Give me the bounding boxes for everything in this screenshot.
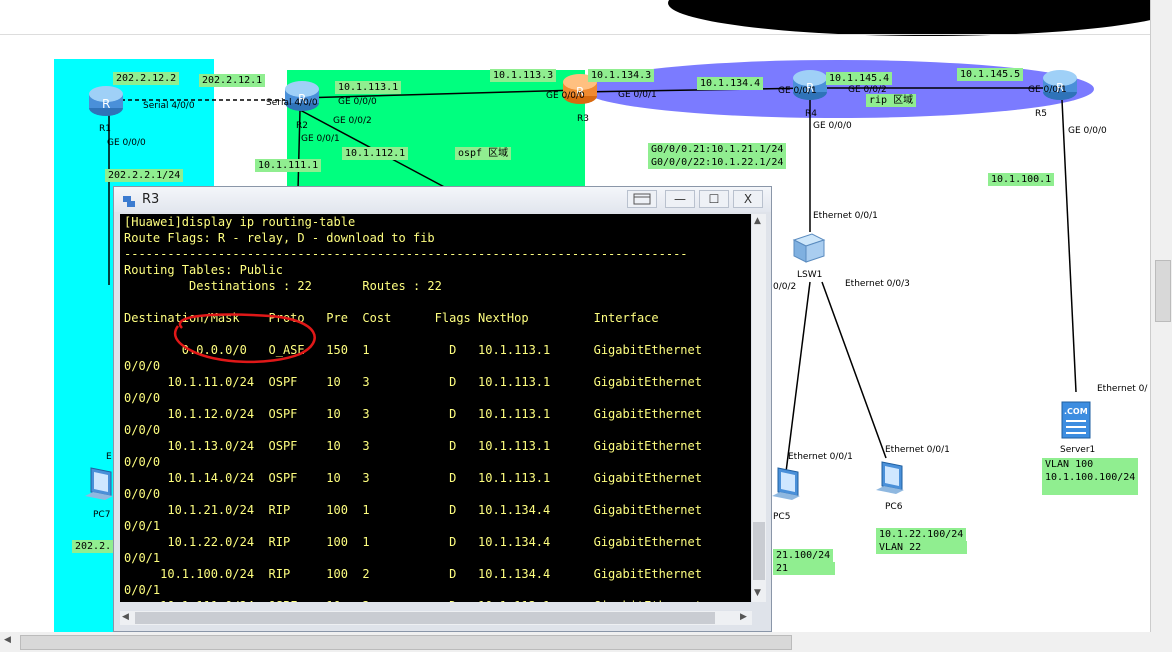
port-pc5-e001: Ethernet 0/0/1 xyxy=(788,452,853,462)
label-pc6-ip: 10.1.22.100/24 xyxy=(876,528,967,541)
label-pc5-ip: 21.100/24 xyxy=(773,549,834,562)
scroll-up-arrow-icon[interactable]: ▲ xyxy=(754,216,761,226)
window-app-icon xyxy=(122,193,136,207)
terminal-hscrollbar[interactable]: ◀ ▶ xyxy=(120,611,752,625)
label-r1-serial-ip: 202.2.12.2 xyxy=(113,72,180,85)
switch-lsw-name: LSW1 xyxy=(797,270,823,280)
port-pc6-e001: Ethernet 0/0/1 xyxy=(885,445,950,455)
server-logo: .COM xyxy=(1064,407,1088,416)
server-name: Server1 xyxy=(1060,445,1096,455)
pc7-name: PC7 xyxy=(93,510,111,520)
pc5-name: PC5 xyxy=(773,512,791,522)
port-r5-ge000: GE 0/0/0 xyxy=(1068,126,1107,136)
window-titlebar[interactable]: R3 — ☐ X xyxy=(114,187,771,212)
label-r2-serial-ip: 202.2.12.1 xyxy=(199,74,266,87)
label-r5-net: 10.1.100.1 xyxy=(988,173,1055,186)
terminal-output: [Huawei]display ip routing-table Route F… xyxy=(124,215,702,602)
label-pc6-vlan: VLAN 22 xyxy=(876,541,967,554)
terminal-vscroll-thumb[interactable] xyxy=(753,522,765,580)
canvas-hscroll-thumb[interactable] xyxy=(20,635,792,650)
terminal-vscrollbar[interactable]: ▲ ▼ xyxy=(752,214,766,602)
window-title: R3 xyxy=(142,192,160,207)
canvas-hscrollbar[interactable]: ◀ xyxy=(0,632,1172,652)
label-r2-ge002-ip: 10.1.112.1 xyxy=(342,147,409,160)
port-r1-ge000: GE 0/0/0 xyxy=(107,138,146,148)
terminal-console[interactable]: [Huawei]display ip routing-table Route F… xyxy=(120,214,751,602)
label-ospf-area: ospf 区域 xyxy=(455,147,512,160)
port-r2-ge002: GE 0/0/2 xyxy=(333,116,372,126)
label-rip-area: rip 区域 xyxy=(866,94,917,107)
label-pc7-net: 202.2. xyxy=(72,540,115,553)
label-r5-ge001-ip: 10.1.145.5 xyxy=(957,68,1024,81)
port-pc7-e: E xyxy=(106,452,112,462)
scroll-down-arrow-icon[interactable]: ▼ xyxy=(754,588,761,598)
port-lsw-e002: 0/0/2 xyxy=(773,282,797,292)
pc6-icon[interactable] xyxy=(874,460,906,502)
label-r3-ge001-ip: 10.1.134.3 xyxy=(588,69,655,82)
label-server-vlan: VLAN 100 xyxy=(1042,458,1138,471)
label-pc5-vlan: 21 xyxy=(773,562,835,575)
router-r1-icon[interactable]: R xyxy=(86,84,126,118)
port-lsw-e003: Ethernet 0/0/3 xyxy=(845,279,910,289)
label-r2-ge001-ip: 10.1.111.1 xyxy=(255,159,322,172)
port-r2-serial: Serial 4/0/0 xyxy=(266,98,318,108)
port-r3-ge000: GE 0/0/0 xyxy=(546,91,585,101)
router-r2-name: R2 xyxy=(296,121,308,131)
scroll-left-arrow-icon[interactable]: ◀ xyxy=(122,612,129,622)
label-r3-ge000-ip: 10.1.113.3 xyxy=(490,69,557,82)
terminal-window[interactable]: R3 — ☐ X [Huawei]display ip routing-tabl… xyxy=(113,186,772,632)
switch-lsw-icon[interactable] xyxy=(790,230,826,266)
window-maximize-button[interactable]: ☐ xyxy=(699,190,729,208)
label-r4-ge002-ip: 10.1.145.4 xyxy=(826,72,893,85)
canvas-vscroll-thumb[interactable] xyxy=(1155,260,1171,322)
port-lsw-e001: Ethernet 0/0/1 xyxy=(813,211,878,221)
pc6-name: PC6 xyxy=(885,502,903,512)
window-close-button[interactable]: X xyxy=(733,190,763,208)
port-r2-ge001: GE 0/0/1 xyxy=(301,134,340,144)
label-r1-net: 202.2.2.1/24 xyxy=(105,169,184,182)
port-r4-ge002: GE 0/0/2 xyxy=(848,85,887,95)
port-r3-ge001: GE 0/0/1 xyxy=(618,90,657,100)
router-r4-name: R4 xyxy=(805,109,817,119)
label-r4-sub2: G0/0/0/22:10.1.22.1/24 xyxy=(648,156,787,169)
canvas-hscroll-left-icon[interactable]: ◀ xyxy=(4,635,11,645)
router-r4-icon[interactable]: R xyxy=(790,68,830,102)
pc7-icon[interactable] xyxy=(83,466,115,508)
router-r1-name: R1 xyxy=(99,124,111,134)
pc5-icon[interactable] xyxy=(770,466,802,508)
router-r3-name: R3 xyxy=(577,114,589,124)
server-icon[interactable] xyxy=(1060,400,1092,440)
port-r2-ge000: GE 0/0/0 xyxy=(338,97,377,107)
port-server-e: Ethernet 0/ xyxy=(1097,384,1148,394)
canvas-vscrollbar[interactable] xyxy=(1150,0,1172,632)
port-r4-ge001: GE 0/0/1 xyxy=(778,86,817,96)
window-minimize-button[interactable]: — xyxy=(665,190,695,208)
port-r4-ge000: GE 0/0/0 xyxy=(813,121,852,131)
svg-text:R: R xyxy=(102,97,110,111)
terminal-hscroll-thumb[interactable] xyxy=(135,612,715,624)
port-r1-serial: Serial 4/0/0 xyxy=(143,101,195,111)
scroll-right-arrow-icon[interactable]: ▶ xyxy=(740,612,747,622)
label-r2-ge000-ip: 10.1.113.1 xyxy=(335,81,402,94)
label-r4-ge001-ip: 10.1.134.4 xyxy=(697,77,764,90)
window-settings-button[interactable] xyxy=(627,190,657,208)
label-server-ip: 10.1.100.100/24 xyxy=(1042,471,1138,495)
label-r4-sub1: G0/0/0.21:10.1.21.1/24 xyxy=(648,143,787,156)
port-r5-ge001: GE 0/0/1 xyxy=(1028,85,1067,95)
router-r5-name: R5 xyxy=(1035,109,1047,119)
